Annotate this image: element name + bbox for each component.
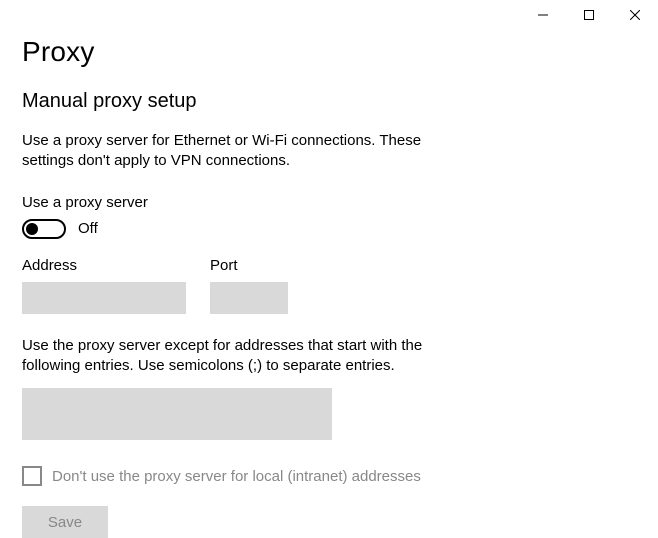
use-proxy-toggle[interactable] bbox=[22, 219, 66, 239]
address-field-group: Address bbox=[22, 257, 186, 314]
bypass-local-row: Don't use the proxy server for local (in… bbox=[22, 466, 636, 486]
exceptions-description: Use the proxy server except for addresse… bbox=[22, 336, 462, 377]
bypass-local-label: Don't use the proxy server for local (in… bbox=[52, 468, 421, 485]
maximize-button[interactable] bbox=[566, 0, 612, 30]
window-caption-controls bbox=[520, 0, 658, 30]
bypass-local-checkbox[interactable] bbox=[22, 466, 42, 486]
port-field-group: Port bbox=[210, 257, 288, 314]
toggle-knob-icon bbox=[26, 223, 38, 235]
section-description: Use a proxy server for Ethernet or Wi-Fi… bbox=[22, 131, 452, 172]
address-input[interactable] bbox=[22, 282, 186, 314]
settings-content: Proxy Manual proxy setup Use a proxy ser… bbox=[0, 0, 658, 538]
section-title: Manual proxy setup bbox=[22, 90, 636, 113]
page-title: Proxy bbox=[22, 36, 636, 68]
use-proxy-toggle-row: Off bbox=[22, 219, 636, 239]
use-proxy-status: Off bbox=[78, 220, 98, 237]
port-input[interactable] bbox=[210, 282, 288, 314]
port-label: Port bbox=[210, 257, 288, 274]
save-button[interactable]: Save bbox=[22, 506, 108, 538]
address-label: Address bbox=[22, 257, 186, 274]
exceptions-input[interactable] bbox=[22, 388, 332, 440]
use-proxy-label: Use a proxy server bbox=[22, 194, 636, 211]
address-port-row: Address Port bbox=[22, 257, 636, 314]
minimize-button[interactable] bbox=[520, 0, 566, 30]
close-button[interactable] bbox=[612, 0, 658, 30]
